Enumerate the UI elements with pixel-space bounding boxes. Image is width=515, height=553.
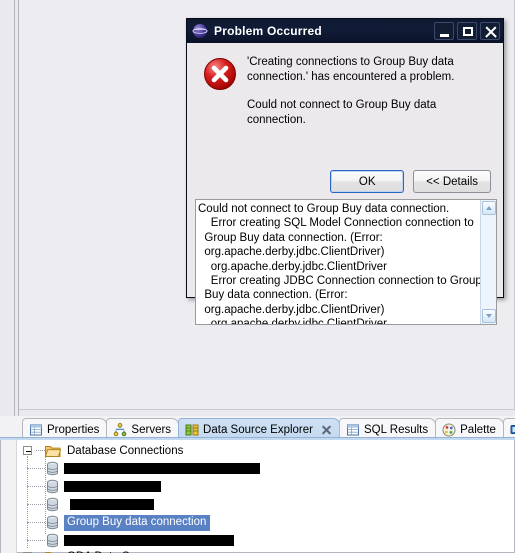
editor-ruler-line-inner xyxy=(18,0,19,416)
collapse-toggle-icon[interactable] xyxy=(23,446,32,455)
details-text[interactable]: Could not connect to Group Buy data conn… xyxy=(196,200,480,324)
tree-connector-horizontal xyxy=(27,504,45,505)
ok-button[interactable]: OK xyxy=(330,170,405,193)
tab-label: Servers xyxy=(131,423,172,436)
dialog-message-row: 'Creating connections to Group Buy data … xyxy=(197,53,493,128)
database-icon xyxy=(45,497,60,512)
dialog-body: 'Creating connections to Group Buy data … xyxy=(187,43,503,325)
database-icon xyxy=(45,479,60,494)
tree-node-group-buy-data-connection[interactable]: Group Buy data connection xyxy=(27,514,211,531)
dialog-title: Problem Occurred xyxy=(214,24,322,38)
database-icon xyxy=(45,461,60,476)
bottom-view-stack: Properties Servers Data Source Explorer … xyxy=(0,416,515,553)
window-controls xyxy=(434,22,500,40)
tree-connector-horizontal xyxy=(27,468,45,469)
tree-node-label: Group Buy data connection xyxy=(64,514,211,531)
tree-connector-horizontal xyxy=(27,540,45,541)
minimize-button[interactable] xyxy=(434,22,454,40)
sql-results-icon xyxy=(346,423,360,437)
screen: Problem Occurred 'Creating connections t… xyxy=(0,0,515,553)
scroll-up-arrow-icon[interactable] xyxy=(481,201,496,215)
details-panel: Could not connect to Group Buy data conn… xyxy=(195,199,497,325)
database-icon xyxy=(45,533,60,548)
dialog-messages: 'Creating connections to Group Buy data … xyxy=(247,53,493,128)
tree-node-connection[interactable] xyxy=(27,460,260,477)
details-toggle-button[interactable]: << Details xyxy=(413,170,491,193)
tab-label: Properties xyxy=(47,423,100,436)
dialog-titlebar[interactable]: Problem Occurred xyxy=(187,19,503,43)
tree-connector-horizontal xyxy=(36,450,45,451)
dialog-button-row: OK << Details xyxy=(187,170,503,193)
servers-icon xyxy=(113,422,127,437)
editor-ruler-line-outer xyxy=(14,0,15,416)
tree-connector-horizontal xyxy=(27,486,45,487)
tree-connector-horizontal xyxy=(27,522,45,523)
close-button[interactable] xyxy=(480,22,500,40)
tree-node-label: Database Connections xyxy=(67,444,184,457)
tab-label: SQL Results xyxy=(364,423,429,436)
dialog-message-primary: 'Creating connections to Group Buy data … xyxy=(247,56,455,83)
view-tab-bar: Properties Servers Data Source Explorer … xyxy=(0,416,515,440)
details-scrollbar[interactable] xyxy=(480,200,496,324)
redacted-label xyxy=(64,535,234,546)
console-icon xyxy=(510,423,515,437)
scroll-down-arrow-icon[interactable] xyxy=(481,309,496,323)
tree-node-database-connections[interactable]: Database Connections xyxy=(23,442,185,459)
redacted-label xyxy=(70,499,154,510)
properties-icon xyxy=(29,423,43,437)
tree-node-connection[interactable] xyxy=(27,532,234,549)
open-folder-icon xyxy=(44,444,62,458)
close-icon[interactable] xyxy=(321,424,332,435)
closed-folder-icon xyxy=(45,550,61,553)
tree-gutter xyxy=(1,440,17,553)
maximize-button[interactable] xyxy=(457,22,477,40)
redacted-label xyxy=(64,463,260,474)
tab-label: Data Source Explorer xyxy=(203,423,313,436)
redacted-label xyxy=(64,481,161,492)
tree-node-label: ODA Data Sources xyxy=(65,550,166,553)
dialog-message-secondary: Could not connect to Group Buy data conn… xyxy=(247,99,437,126)
eclipse-globe-icon xyxy=(192,23,208,39)
tree-node-oda-data-sources[interactable]: ODA Data Sources xyxy=(23,548,166,553)
palette-icon xyxy=(442,423,456,437)
problem-occurred-dialog: Problem Occurred 'Creating connections t… xyxy=(186,18,504,325)
tab-label: Palette xyxy=(460,423,496,436)
tree-node-connection[interactable] xyxy=(27,478,161,495)
tree-connector-vertical xyxy=(27,456,28,548)
error-x-icon xyxy=(203,57,237,91)
tree-node-connection[interactable] xyxy=(27,496,154,513)
data-source-tree[interactable]: Database Connections Group Buy data conn… xyxy=(0,440,515,553)
database-icon xyxy=(45,515,60,530)
data-source-explorer-icon xyxy=(185,423,199,437)
